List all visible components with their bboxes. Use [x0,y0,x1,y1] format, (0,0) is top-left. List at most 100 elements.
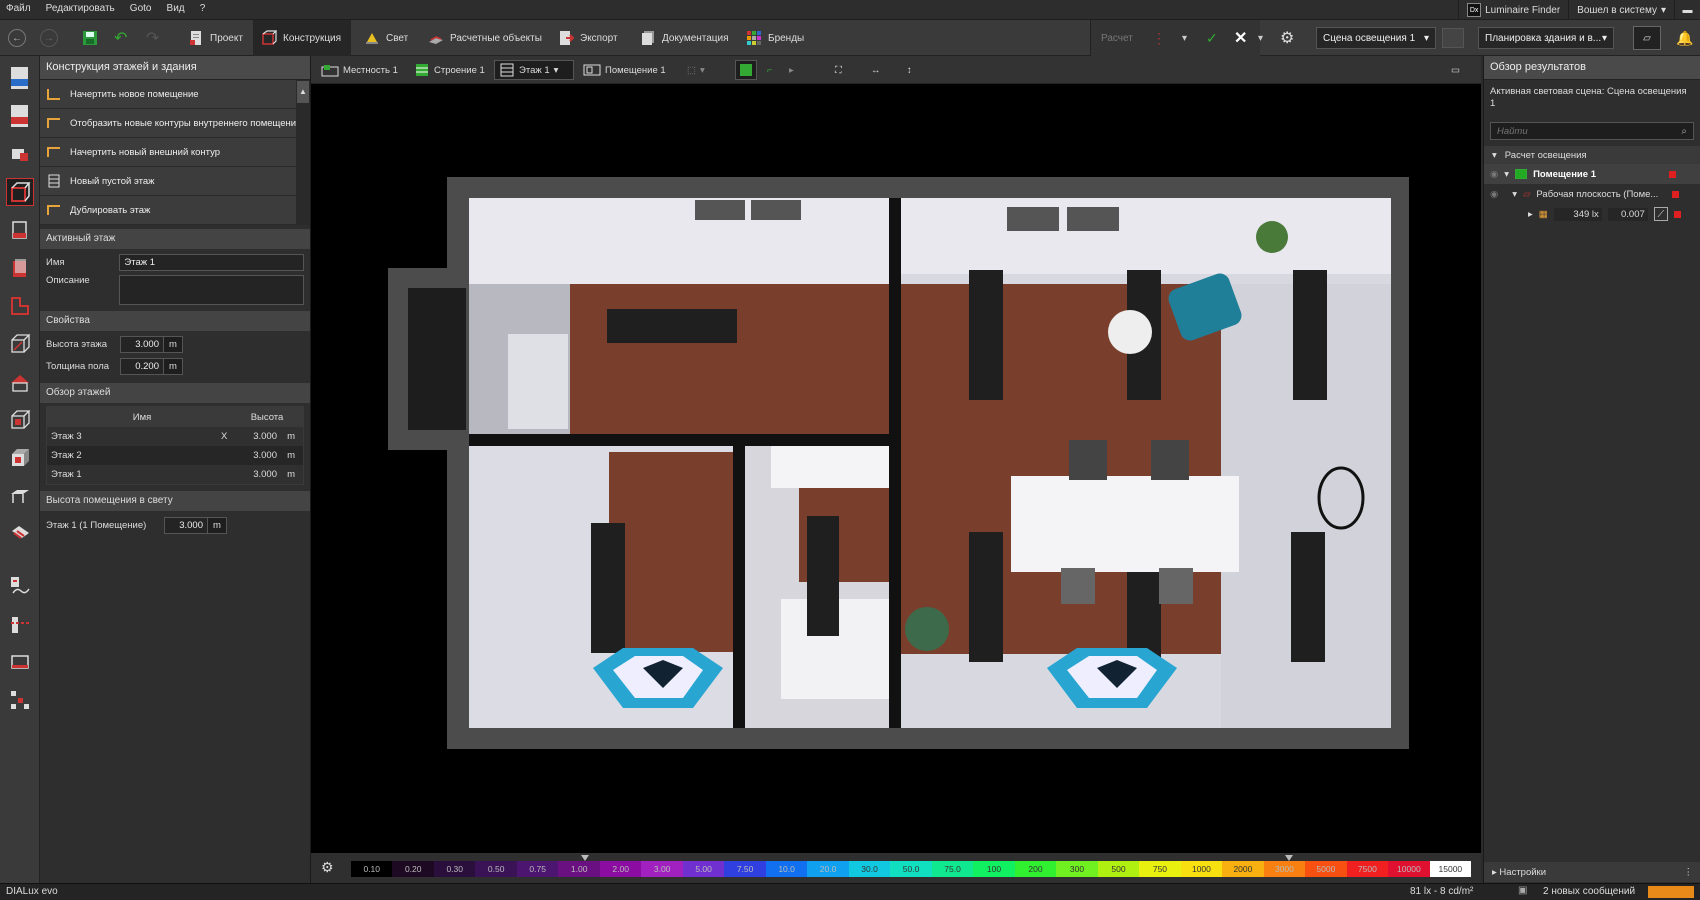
solid-view-button[interactable] [735,60,757,80]
scale-marker-max[interactable] [1285,855,1293,861]
room-outline-tool[interactable] [6,292,34,320]
floor-thickness-input[interactable]: 0.200 [120,357,164,375]
rectangle-tool[interactable] [6,648,34,676]
tab-documentation[interactable]: Документация [634,20,735,56]
3d-viewport[interactable] [311,84,1481,853]
calc-start-button[interactable]: ⋮ [1152,20,1166,56]
eye-icon[interactable]: ◉ [1490,169,1498,180]
result-chart-icon[interactable]: ⟋ [1653,207,1668,221]
action-duplicate-floor[interactable]: Дублировать этаж [40,196,310,225]
results-search[interactable]: ⌕ [1490,122,1694,140]
scene-select[interactable]: Сцена освещения 1 ▾ [1316,27,1436,49]
building-selector[interactable]: Строение 1 [410,60,489,80]
menu-help[interactable]: ? [194,0,212,17]
roof-tool[interactable] [6,368,34,396]
cut-line-tool[interactable] [6,610,34,638]
ceiling-tool[interactable] [6,330,34,358]
import-model-button[interactable] [6,140,34,168]
scroll-up-icon[interactable]: ▲ [297,81,309,103]
grid-tool[interactable] [6,686,34,714]
dialux-badge-icon: Dx [1467,3,1482,17]
view-select[interactable]: Планировка здания и в... ▾ [1478,27,1614,49]
fullscreen-button[interactable]: ▭ [1447,60,1464,80]
table-row[interactable]: Этаж 2 3.000 m [47,446,303,465]
tab-brands[interactable]: Бренды [740,20,810,56]
floor-height-input[interactable]: 3.000 [120,335,164,353]
calc-check-button[interactable]: ✓ [1206,20,1218,56]
tree-workplane-node[interactable]: ◉ ▾ ▱ Рабочая плоскость (Поме... [1484,184,1700,204]
undo-button[interactable]: ↶ [114,20,127,56]
menu-edit[interactable]: Редактировать [40,0,121,17]
tab-construction[interactable]: Конструкция [253,20,351,56]
scale-settings-button[interactable]: ⚙ [321,859,334,876]
room-height-input[interactable]: 3.000 [164,516,208,534]
table-row[interactable]: Этаж 1 3.000 m [47,465,303,484]
save-button[interactable] [82,20,98,56]
tree-calc-node[interactable]: ▾ Расчет освещения [1484,146,1700,164]
calc-cancel-button[interactable]: ✕ [1234,20,1247,56]
luminaire-finder-button[interactable]: Dx Luminaire Finder [1458,0,1568,20]
action-draw-outer-contour[interactable]: Начертить новый внешний контур [40,138,310,167]
cancel-dropdown-button[interactable]: ▾ [1258,20,1263,56]
eye-icon[interactable]: ◉ [1490,189,1498,200]
drag-handle-icon[interactable]: ⋮ [1684,867,1694,878]
import-ifc-button[interactable] [6,102,34,130]
floor-selector[interactable]: Этаж 1 ▾ [494,60,574,80]
tree-result-node[interactable]: ▸ ▦ 349 lx 0.007 ⟋ [1484,204,1700,224]
table-tool[interactable] [6,482,34,510]
room-selector[interactable]: Помещение 1 [579,60,670,80]
tab-project[interactable]: Проект [182,20,249,56]
minimize-button[interactable]: ▬ [1674,0,1700,20]
wall-tool[interactable] [6,216,34,244]
measure-horizontal-button[interactable]: ↔ [867,60,885,80]
selection-tool[interactable]: ⬚ ▾ [683,60,709,80]
floors-table-header: Имя Высота [47,407,303,427]
import-dwg-button[interactable] [6,64,34,92]
table-row[interactable]: Этаж 3 X 3.000 m [47,427,303,446]
tab-light[interactable]: Свет [358,20,414,56]
results-search-input[interactable] [1497,125,1647,137]
floor-building-tool[interactable] [6,178,34,206]
action-new-empty-floor-label: Новый пустой этаж [70,175,155,187]
viewport-mode-button[interactable]: ▱ [1633,20,1661,56]
settings-button[interactable]: ⚙ [1280,20,1294,56]
calc-start-icon: ⋮ [1152,29,1166,46]
floor-plan-view-button[interactable]: ⌐ [763,60,777,80]
cutout-tool[interactable] [6,406,34,434]
menu-file[interactable]: Файл [0,0,37,17]
tab-export[interactable]: Экспорт [552,20,624,56]
cube-tool[interactable] [6,444,34,472]
calc-dropdown-button[interactable]: ▾ [1182,20,1187,56]
menu-goto[interactable]: Goto [124,0,158,17]
tab-calc-objects[interactable]: Расчетные объекты [422,20,548,56]
action-draw-room[interactable]: Начертить новое помещение [40,80,310,109]
login-menu[interactable]: Вошел в систему ▾ [1568,0,1674,20]
floor-name-input[interactable] [119,253,304,271]
section-tool[interactable] [6,572,34,600]
floor-plan-render[interactable] [311,84,1481,853]
room-height-label: Этаж 1 (1 Помещение) [46,519,147,531]
action-show-inner-contours[interactable]: Отобразить новые контуры внутреннего пом… [40,109,310,138]
view-more-button[interactable]: ▸ [785,60,798,80]
view-select-value: Планировка здания и в... [1485,32,1602,44]
door-tool[interactable] [6,254,34,282]
redo-button[interactable]: ↷ [146,20,159,56]
back-button[interactable]: ← [8,20,26,56]
tree-room-node[interactable]: ◉ ▾ Помещение 1 [1484,164,1700,184]
measure-vertical-button[interactable]: ↕ [903,60,916,80]
terrain-selector[interactable]: Местность 1 [317,60,402,80]
stairs-tool[interactable] [6,520,34,548]
scale-cell: 3000 [1263,861,1306,877]
scale-marker-min[interactable] [581,855,589,861]
scene-options-button[interactable] [1442,28,1464,48]
messages-count[interactable]: 2 новых сообщений [1543,886,1635,897]
results-settings-bar[interactable]: ▸ Настройки ⋮ [1484,862,1700,882]
notifications-button[interactable]: 🔔 [1676,20,1693,56]
forward-button[interactable]: → [40,20,58,56]
zoom-fit-button[interactable]: ⛶ [831,60,846,80]
actions-scrollbar[interactable]: ▲ [296,80,310,225]
menu-view[interactable]: Вид [161,0,191,17]
action-new-empty-floor[interactable]: Новый пустой этаж [40,167,310,196]
floor-description-input[interactable] [119,275,304,305]
scale-cell: 5.00 [682,861,725,877]
